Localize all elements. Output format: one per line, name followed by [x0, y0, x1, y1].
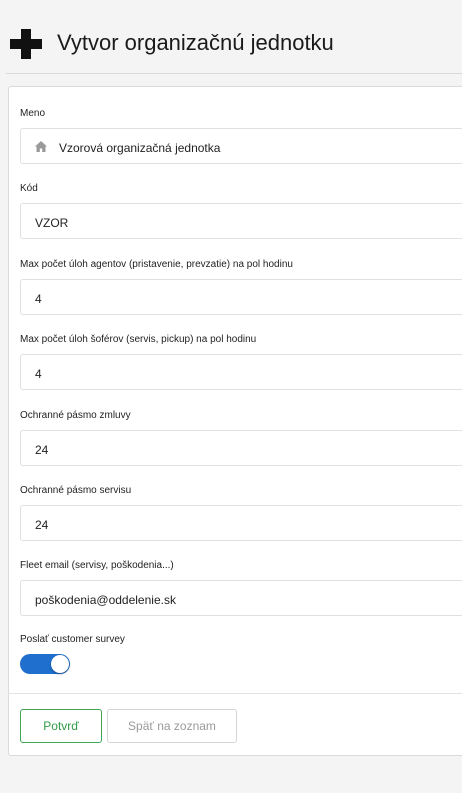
service-buffer-field[interactable]: 24: [20, 505, 462, 541]
survey-label: Poslať customer survey: [20, 634, 125, 645]
agent-tasks-field[interactable]: 4: [20, 279, 462, 315]
confirm-button[interactable]: Potvrď: [20, 709, 102, 743]
contract-buffer-field[interactable]: 24: [20, 430, 462, 466]
home-icon: [35, 141, 47, 152]
toggle-knob: [51, 655, 69, 673]
fleet-email-field[interactable]: poškodenia@oddelenie.sk: [20, 580, 462, 616]
header-divider: [6, 73, 462, 74]
name-label: Meno: [20, 108, 46, 119]
agent-tasks-value: 4: [35, 292, 42, 306]
agent-tasks-label: Max počet úloh agentov (pristavenie, pre…: [20, 259, 293, 270]
service-buffer-value: 24: [35, 518, 49, 532]
driver-tasks-value: 4: [35, 367, 42, 381]
plus-icon: [10, 29, 42, 59]
service-buffer-label: Ochranné pásmo servisu: [20, 485, 132, 496]
code-field[interactable]: VZOR: [20, 203, 462, 239]
name-field[interactable]: Vzorová organizačná jednotka: [20, 128, 462, 164]
page-title: Vytvor organizačnú jednotku: [57, 30, 334, 55]
form-card: [8, 86, 462, 756]
code-label: Kód: [20, 183, 38, 194]
fleet-email-value: poškodenia@oddelenie.sk: [35, 593, 176, 607]
code-value: VZOR: [35, 216, 69, 230]
contract-buffer-value: 24: [35, 443, 49, 457]
name-value: Vzorová organizačná jednotka: [59, 141, 221, 155]
survey-toggle[interactable]: [20, 654, 70, 674]
driver-tasks-field[interactable]: 4: [20, 354, 462, 390]
back-to-list-button[interactable]: Späť na zoznam: [107, 709, 237, 743]
fleet-email-label: Fleet email (servisy, poškodenia...): [20, 560, 174, 571]
contract-buffer-label: Ochranné pásmo zmluvy: [20, 410, 131, 421]
footer-divider: [8, 693, 462, 694]
driver-tasks-label: Max počet úloh šoférov (servis, pickup) …: [20, 334, 257, 345]
page-header: Vytvor organizačnú jednotku: [0, 0, 462, 74]
